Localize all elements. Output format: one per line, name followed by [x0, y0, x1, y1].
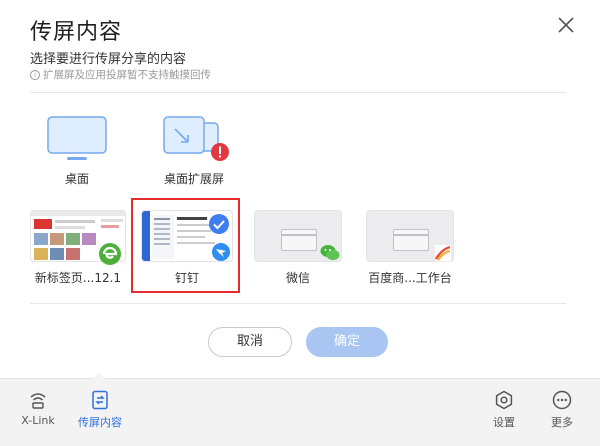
tab-cast-content[interactable]: 传屏内容 [74, 390, 126, 430]
window-placeholder-icon [281, 229, 317, 251]
xlink-icon [30, 393, 46, 409]
more-icon [552, 390, 572, 410]
screen-label-desktop: 桌面 [64, 172, 89, 186]
cast-content-icon [92, 390, 108, 410]
monitor-icon [47, 116, 107, 160]
cast-content-dialog: 传屏内容 选择要进行传屏分享的内容 i 扩展屏及应用投屏暂不支持触摸回传 桌面 … [0, 0, 600, 378]
close-icon[interactable] [556, 15, 576, 35]
tab-label-more: 更多 [551, 416, 573, 429]
top-divider [30, 92, 566, 93]
cancel-button[interactable]: 取消 [208, 327, 292, 357]
app-tile-baidu[interactable]: 百度商...工作台 [366, 210, 454, 290]
hint-text: 扩展屏及应用投屏暂不支持触摸回传 [43, 69, 211, 81]
tab-settings[interactable]: 设置 [488, 390, 520, 430]
bottom-divider [30, 303, 566, 304]
tab-label-cast-content: 传屏内容 [78, 416, 122, 429]
info-icon: i [30, 69, 40, 80]
dialog-subtitle: 选择要进行传屏分享的内容 [30, 52, 187, 67]
settings-icon [495, 390, 513, 410]
selection-highlight [131, 198, 240, 293]
app-label-browser: 新标签页...12.1 [34, 271, 122, 285]
tab-label-settings: 设置 [493, 416, 515, 429]
app-tile-wechat[interactable]: 微信 [254, 210, 342, 290]
tab-more[interactable]: 更多 [546, 390, 578, 430]
baidu-workbench-logo-icon [434, 244, 452, 262]
wechat-logo-icon [320, 245, 340, 261]
active-tab-caret [93, 373, 105, 379]
tab-label-xlink: X-Link [21, 414, 55, 427]
screen-label-extended: 桌面扩展屏 [163, 172, 224, 186]
screen-tile-desktop[interactable]: 桌面 [38, 112, 116, 188]
app-tile-browser[interactable]: 新标签页...12.1 [30, 210, 126, 290]
ok-button[interactable]: 确定 [306, 327, 388, 357]
tab-xlink[interactable]: X-Link [16, 390, 60, 427]
screen-tile-extended[interactable]: 桌面扩展屏 [152, 112, 236, 188]
window-placeholder-icon [393, 229, 429, 251]
warning-icon [211, 143, 229, 161]
dialog-title: 传屏内容 [30, 20, 123, 45]
dialog-hint: i 扩展屏及应用投屏暂不支持触摸回传 [30, 67, 211, 82]
app-label-wechat: 微信 [285, 271, 310, 285]
app-label-baidu: 百度商...工作台 [368, 271, 452, 285]
browser-logo-icon [99, 243, 121, 265]
